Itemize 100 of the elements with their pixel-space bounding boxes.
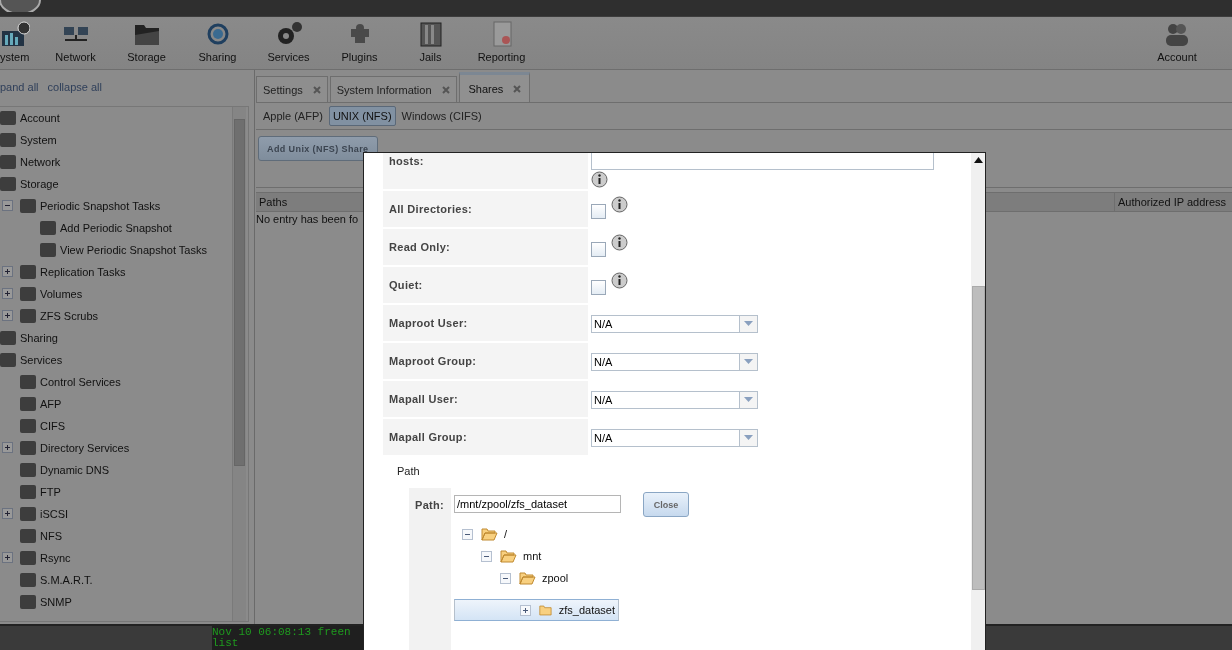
tree-item[interactable]: Services: [20, 354, 63, 366]
scrollbar[interactable]: [971, 153, 985, 650]
tree-icon: [0, 353, 16, 367]
tree-item[interactable]: Add Periodic Snapshot: [60, 222, 172, 234]
field-label: hosts:: [383, 153, 588, 189]
field-label: Path:: [415, 499, 444, 511]
expander-toggle[interactable]: [2, 442, 13, 453]
subtab[interactable]: UNIX (NFS): [328, 106, 396, 126]
tree-item[interactable]: Account: [20, 112, 60, 124]
tab[interactable]: Shares: [458, 72, 531, 102]
tree-icon: [20, 529, 36, 543]
tab[interactable]: Settings: [256, 76, 328, 102]
tree-item[interactable]: System: [20, 134, 57, 146]
field-label: All Directories:: [383, 191, 588, 227]
folder-icon: [481, 527, 498, 541]
checkbox[interactable]: [591, 204, 606, 219]
field-label: Maproot Group:: [383, 343, 588, 379]
expander-toggle[interactable]: [462, 528, 473, 540]
tree-item[interactable]: View Periodic Snapshot Tasks: [60, 244, 207, 256]
tree-item[interactable]: Storage: [20, 178, 59, 190]
tree-icon: [40, 243, 56, 257]
tree-icon: [20, 507, 36, 521]
checkbox[interactable]: [591, 280, 606, 295]
tree-link[interactable]: collapse all: [47, 80, 102, 93]
dropdown[interactable]: N/A: [591, 391, 758, 409]
field-label: Mapall Group:: [383, 419, 588, 455]
tree-item[interactable]: Volumes: [40, 288, 83, 300]
folder-icon: [539, 603, 553, 617]
field-label: Read Only:: [383, 229, 588, 265]
toolbar-button[interactable]: Jails: [395, 21, 466, 69]
tree-item[interactable]: AFP: [40, 398, 62, 410]
tree-icon: [20, 419, 36, 433]
tree-icon: [20, 441, 36, 455]
expander-toggle[interactable]: [2, 200, 13, 211]
logo-icon: [0, 0, 42, 12]
tree-item[interactable]: NFS: [40, 530, 62, 542]
toolbar-button[interactable]: Plugins: [324, 21, 395, 69]
tree-item[interactable]: Periodic Snapshot Tasks: [40, 200, 161, 212]
expander-toggle[interactable]: [481, 550, 492, 562]
expander-toggle[interactable]: [2, 266, 13, 277]
tree-icon: [20, 265, 36, 279]
subtab[interactable]: Windows (CIFS): [397, 106, 486, 126]
add-share-button[interactable]: Add Unix (NFS) Share: [258, 136, 378, 161]
dropdown[interactable]: N/A: [591, 353, 758, 371]
caret-icon: [744, 359, 753, 365]
field-label: Mapall User:: [383, 381, 588, 417]
info-icon[interactable]: [611, 234, 628, 251]
toolbar-button[interactable]: Network: [40, 21, 111, 69]
toolbar-button[interactable]: Storage: [111, 21, 182, 69]
tree-icon: [20, 397, 36, 411]
expander-toggle[interactable]: [2, 310, 13, 321]
dropdown[interactable]: N/A: [591, 429, 758, 447]
arrow-up-icon[interactable]: [973, 157, 983, 163]
tree-link[interactable]: pand all: [0, 80, 39, 93]
tree-item[interactable]: Dynamic DNS: [40, 464, 110, 476]
scrollbar[interactable]: [232, 107, 246, 621]
folder-icon: [519, 571, 536, 585]
info-icon[interactable]: [591, 171, 608, 188]
info-icon[interactable]: [611, 272, 628, 289]
checkbox[interactable]: [591, 242, 606, 257]
toolbar-button[interactable]: Account: [1142, 21, 1212, 69]
tree-icon: [40, 221, 56, 235]
info-icon[interactable]: [611, 196, 628, 213]
tree-icon: [0, 177, 16, 191]
tree-icon: [20, 287, 36, 301]
tree-item[interactable]: SNMP: [40, 596, 72, 608]
expander-toggle[interactable]: [2, 508, 13, 519]
toolbar-button[interactable]: Sharing: [182, 21, 253, 69]
expander-toggle[interactable]: [2, 552, 13, 563]
field-label: Maproot User:: [383, 305, 588, 341]
expander-toggle[interactable]: [520, 604, 531, 616]
tree-item[interactable]: Directory Services: [40, 442, 130, 454]
toolbar-button[interactable]: Services: [253, 21, 324, 69]
tree-item[interactable]: FTP: [40, 486, 61, 498]
folder-tree-item[interactable]: zpool: [454, 567, 572, 589]
tree-item[interactable]: S.M.A.R.T.: [40, 574, 93, 586]
tab[interactable]: System Information: [329, 76, 457, 102]
tree-item[interactable]: CIFS: [40, 420, 66, 432]
toolbar-button[interactable]: ystem: [0, 21, 40, 69]
hosts-field[interactable]: [591, 153, 934, 170]
tree-item[interactable]: Control Services: [40, 376, 121, 388]
tree-item[interactable]: iSCSI: [40, 508, 69, 520]
tree-icon: [20, 463, 36, 477]
toolbar-button[interactable]: Reporting: [466, 21, 537, 69]
tree-item[interactable]: Rsync: [40, 552, 71, 564]
tree-item[interactable]: Network: [20, 156, 61, 168]
folder-tree-item[interactable]: mnt: [454, 545, 545, 567]
subtab[interactable]: Apple (AFP): [259, 106, 327, 126]
close-button[interactable]: Close: [643, 492, 689, 517]
expander-toggle[interactable]: [2, 288, 13, 299]
dropdown[interactable]: N/A: [591, 315, 758, 333]
tree-icon: [0, 111, 16, 125]
folder-tree-item[interactable]: zfs_dataset: [454, 599, 619, 621]
path-field[interactable]: /mnt/zpool/zfs_dataset: [454, 495, 621, 513]
field-label: Quiet:: [383, 267, 588, 303]
expander-toggle[interactable]: [500, 572, 511, 584]
tree-item[interactable]: ZFS Scrubs: [40, 310, 99, 322]
tree-item[interactable]: Replication Tasks: [40, 266, 126, 278]
folder-tree-item[interactable]: /: [454, 523, 511, 545]
tree-item[interactable]: Sharing: [20, 332, 58, 344]
